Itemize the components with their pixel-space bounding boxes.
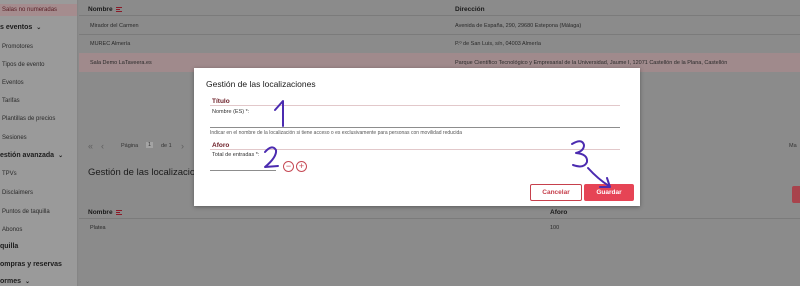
- pager-of-label: de 1: [161, 143, 172, 149]
- sidebar-section-label: ompras y reservas: [0, 261, 62, 268]
- sidebar-item-salas-no-numeradas[interactable]: Salas no numeradas: [0, 4, 77, 16]
- column-header-nombre[interactable]: Nombre: [88, 209, 122, 216]
- sidebar-item-tpvs[interactable]: TPVs: [0, 171, 77, 177]
- entries-field-label: Total de entradas *:: [212, 152, 260, 158]
- sidebar-item-label: Puntos de taquilla: [2, 209, 50, 215]
- sidebar-item-label: Plantillas de precios: [2, 116, 56, 122]
- fieldset-label-titulo: Título: [212, 98, 230, 105]
- sidebar-item-label: Salas no numeradas: [2, 7, 58, 13]
- name-hint: Indicar en el nombre de la localización …: [210, 130, 463, 136]
- sidebar-section-eventos[interactable]: s eventos ⌄: [0, 24, 77, 31]
- sidebar-item-disclaimers[interactable]: Disclaimers: [0, 190, 77, 196]
- divider: [210, 105, 620, 106]
- pager-next-icon[interactable]: ›: [181, 141, 184, 151]
- name-field-label: Nombre (ES) *:: [212, 109, 250, 115]
- location-modal: Gestión de las localizaciones Título Nom…: [194, 68, 640, 206]
- save-button[interactable]: Guardar: [584, 184, 634, 201]
- pager-page-label: Página: [121, 143, 139, 149]
- sidebar-section-taquilla[interactable]: quilla: [0, 243, 77, 250]
- sidebar-item-label: Tipos de evento: [2, 62, 45, 68]
- sidebar-item-label: Abonos: [2, 227, 23, 233]
- pager-right-label: Ma: [789, 143, 797, 149]
- sidebar-item-label: Disclaimers: [2, 190, 34, 196]
- sidebar-section-label: ormes: [0, 278, 22, 285]
- sidebar-section-compras-y-reservas[interactable]: ompras y reservas: [0, 261, 77, 268]
- column-header-nombre[interactable]: Nombre: [88, 6, 122, 13]
- column-header-label: Nombre: [88, 6, 113, 13]
- increment-button[interactable]: +: [296, 161, 307, 172]
- sidebar: Salas no numeradas s eventos ⌄ Promotores…: [0, 0, 78, 286]
- decrement-button[interactable]: −: [283, 161, 294, 172]
- chevron-down-icon: ⌄: [58, 153, 64, 159]
- divider: [210, 149, 620, 150]
- table-cell-address: Avenida de España, 290, 29680 Estepona (…: [455, 23, 582, 29]
- sidebar-item-abonos[interactable]: Abonos: [0, 227, 77, 233]
- section-title: Gestión de las localizaciones: [88, 167, 211, 178]
- divider: [79, 34, 800, 35]
- name-field[interactable]: [210, 127, 620, 128]
- entries-field[interactable]: [210, 170, 276, 171]
- column-header-label: Dirección: [455, 6, 485, 13]
- sidebar-section-gestion-avanzada[interactable]: estión avanzada ⌄: [0, 152, 77, 159]
- cancel-button[interactable]: Cancelar: [530, 184, 582, 201]
- sidebar-item-label: Promotores: [2, 44, 34, 50]
- table-cell-address: P.º de San Luis, s/n, 04003 Almería: [455, 41, 541, 47]
- sidebar-item-sesiones[interactable]: Sesiones: [0, 135, 77, 141]
- table-cell-name[interactable]: MUREC Almería: [90, 41, 130, 47]
- table-cell-name[interactable]: Sala Demo LaTaveera.es: [90, 60, 152, 66]
- sidebar-item-label: Eventos: [2, 80, 24, 86]
- sidebar-item-plantillas-de-precios[interactable]: Plantillas de precios: [0, 116, 77, 122]
- sidebar-section-label: estión avanzada: [0, 152, 55, 159]
- table-cell-capacity: 100: [550, 225, 560, 231]
- pager-first-icon[interactable]: «: [88, 141, 93, 151]
- sidebar-item-puntos-de-taquilla[interactable]: Puntos de taquilla: [0, 209, 77, 215]
- column-header-aforo: Aforo: [550, 209, 567, 216]
- sidebar-item-label: Sesiones: [2, 135, 27, 141]
- column-header-label: Aforo: [550, 209, 568, 216]
- fieldset-label-aforo: Aforo: [212, 142, 230, 149]
- divider: [79, 218, 800, 219]
- sidebar-section-label: quilla: [0, 243, 19, 250]
- column-header-direccion: Dirección: [455, 6, 485, 13]
- sidebar-section-label: s eventos: [0, 24, 33, 31]
- pager-page-input[interactable]: 1: [146, 142, 154, 148]
- modal-title: Gestión de las localizaciones: [206, 79, 316, 89]
- sort-icon: [115, 6, 122, 12]
- table-cell-name[interactable]: Platea: [90, 225, 106, 231]
- sidebar-item-eventos[interactable]: Eventos: [0, 80, 77, 86]
- sort-icon: [115, 209, 122, 215]
- chevron-down-icon: ⌄: [25, 279, 31, 285]
- sidebar-item-label: TPVs: [2, 171, 17, 177]
- chevron-down-icon: ⌄: [36, 25, 42, 31]
- sidebar-item-tipos-de-evento[interactable]: Tipos de evento: [0, 62, 77, 68]
- column-header-label: Nombre: [88, 209, 113, 216]
- sidebar-item-promotores[interactable]: Promotores: [0, 44, 77, 50]
- sidebar-section-informes[interactable]: ormes ⌄: [0, 278, 77, 285]
- add-location-button[interactable]: [792, 186, 800, 203]
- divider: [79, 15, 800, 16]
- sidebar-item-label: Tarifas: [2, 98, 20, 104]
- table-cell-name[interactable]: Mirador del Carmen: [90, 23, 139, 29]
- table-cell-address: Parque Científico Tecnológico y Empresar…: [455, 60, 728, 66]
- pager-prev-icon[interactable]: ‹: [101, 141, 104, 151]
- sidebar-item-tarifas[interactable]: Tarifas: [0, 98, 77, 104]
